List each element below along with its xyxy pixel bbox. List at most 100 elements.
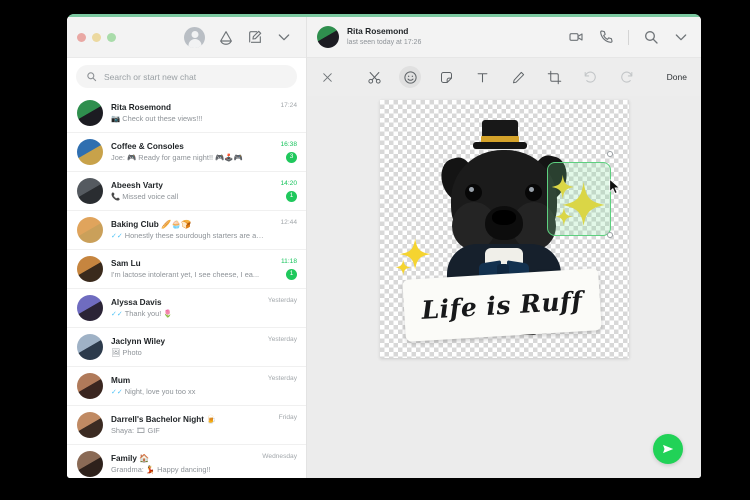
close-window-button[interactable] (77, 32, 86, 42)
chevron-down-icon[interactable] (276, 29, 292, 45)
life-is-ruff-sign: Life is Ruff (401, 268, 602, 342)
crop-cut-icon[interactable] (363, 66, 385, 88)
redo-icon[interactable] (615, 66, 637, 88)
chat-preview-text: Shaya: 🎞 GIF (111, 426, 160, 435)
search-input[interactable] (104, 71, 287, 82)
unread-badge: 1 (286, 269, 297, 280)
done-button[interactable]: Done (667, 72, 687, 82)
search-icon (86, 71, 97, 82)
conversation-search-icon[interactable] (643, 29, 659, 45)
search-pill[interactable] (76, 65, 297, 88)
image-canvas[interactable]: Life is Ruff (379, 100, 629, 358)
chat-avatar (77, 295, 103, 321)
chat-preview-text: 📞 Missed voice call (111, 192, 179, 201)
conversation-title: Rita Rosemond (347, 26, 409, 37)
conversation-header-icons (568, 29, 689, 45)
chat-preview-text: Honestly these sourdough starters are aw… (124, 230, 269, 240)
mouse-cursor-icon (608, 178, 622, 196)
chat-name: Alyssa Davis (111, 297, 162, 307)
sticker-icon[interactable] (435, 66, 457, 88)
close-icon[interactable] (321, 71, 334, 84)
screenshot-stage: Rita Rosemond 📷 Check out these views!!! 1… (0, 0, 750, 500)
chat-name: Darrell's Bachelor Night 🍺 (111, 415, 217, 424)
chat-avatar (77, 373, 103, 399)
chat-meta: 17:24 (276, 102, 297, 124)
chat-name: Jaclynn Wiley (111, 337, 166, 346)
chat-preview-message: Grandma: 💃 Happy dancing!! (111, 465, 250, 475)
conversation-menu-chevron-down-icon[interactable] (673, 29, 689, 45)
chat-timestamp: Yesterday (267, 336, 297, 343)
zoom-window-button[interactable] (107, 32, 116, 42)
chat-list-item[interactable]: Jaclynn Wiley 🖼 Photo Yesterday (67, 328, 306, 367)
chat-preview-message: 📞 Missed voice call (111, 192, 268, 202)
selection-handle-bottom-right[interactable] (606, 232, 613, 238)
chat-avatar (77, 256, 103, 282)
status-icon[interactable] (218, 29, 234, 45)
conversation-avatar[interactable] (317, 26, 339, 48)
chat-text-block: Darrell's Bachelor Night 🍺 Shaya: 🎞 GIF (111, 414, 267, 436)
chat-timestamp: 11:18 (280, 258, 297, 265)
chat-list-item[interactable]: Mum ✓✓ Night, love you too xx Yesterday (67, 367, 306, 406)
chat-preview-text: I'm lactose intolerant yet, I see cheese… (111, 270, 260, 279)
send-button[interactable] (653, 434, 683, 464)
chat-meta: 14:20 1 (276, 180, 297, 202)
sidebar-header (67, 17, 306, 58)
sidebar: Rita Rosemond 📷 Check out these views!!! 1… (67, 17, 307, 478)
chat-timestamp: Friday (278, 414, 297, 421)
chat-timestamp: Yesterday (267, 375, 297, 382)
chat-name: Baking Club 🥖🧁🍞 (111, 219, 192, 229)
chat-list-item[interactable]: Darrell's Bachelor Night 🍺 Shaya: 🎞 GIF Fr… (67, 406, 306, 445)
video-call-icon[interactable] (568, 29, 584, 45)
chat-timestamp: Yesterday (267, 297, 297, 304)
chat-name: Abeesh Varty (111, 181, 163, 190)
chat-list-item[interactable]: Coffee & Consoles Joe: 🎮 Ready for game n… (67, 133, 306, 172)
text-icon[interactable] (471, 66, 493, 88)
chat-list-item[interactable]: Rita Rosemond 📷 Check out these views!!! 1… (67, 94, 306, 133)
chat-avatar (77, 139, 103, 165)
new-chat-icon[interactable] (247, 29, 263, 45)
chat-preview-text: 🖼 Photo (111, 348, 142, 357)
chat-list-item[interactable]: Alyssa Davis ✓✓ Thank you! 🌷 Yesterday (67, 289, 306, 328)
chat-text-block: Coffee & Consoles Joe: 🎮 Ready for game n… (111, 141, 268, 163)
undo-icon[interactable] (579, 66, 601, 88)
sidebar-header-icons (184, 26, 296, 48)
pencil-icon[interactable] (507, 66, 529, 88)
conversation-title-block: Rita Rosemond last seen today at 17:26 (347, 26, 421, 48)
image-editor-toolbar: Done (307, 58, 701, 96)
read-receipt-icon: ✓✓ (111, 388, 123, 396)
chat-text-block: Baking Club 🥖🧁🍞 ✓✓ Honestly these sourdoug… (111, 219, 268, 242)
unread-badge: 1 (286, 191, 297, 202)
chat-list[interactable]: Rita Rosemond 📷 Check out these views!!! 1… (67, 94, 306, 478)
minimize-window-button[interactable] (92, 32, 101, 42)
top-hat-brim (473, 142, 527, 149)
emoji-icon[interactable] (399, 66, 422, 88)
conversation-header: Rita Rosemond last seen today at 17:26 (307, 17, 701, 58)
profile-avatar[interactable] (184, 26, 205, 48)
editor-canvas-area: Life is Ruff (307, 96, 701, 478)
chat-avatar (77, 412, 103, 438)
chat-avatar (77, 451, 103, 477)
voice-call-icon[interactable] (598, 29, 614, 45)
chat-preview-text: Grandma: 💃 Happy dancing!! (111, 465, 211, 474)
sticker-selection-box[interactable] (546, 151, 613, 238)
chat-preview-message: ✓✓ Thank you! 🌷 (111, 309, 256, 320)
chat-preview-message: Shaya: 🎞 GIF (111, 426, 267, 436)
chat-preview-message: ✓✓ Honestly these sourdough starters are … (111, 231, 268, 242)
crop-icon[interactable] (543, 66, 565, 88)
chat-list-item[interactable]: Sam Lu I'm lactose intolerant yet, I see … (67, 250, 306, 289)
chat-preview-message: 📷 Check out these views!!! (111, 114, 268, 124)
chat-meta: Wednesday (258, 453, 297, 475)
chat-preview-text: Thank you! 🌷 (124, 308, 173, 318)
selection-handle-top-right[interactable] (606, 151, 613, 157)
chat-list-item[interactable]: Family 🏠 Grandma: 💃 Happy dancing!! Wednes… (67, 445, 306, 478)
search-bar (67, 58, 306, 94)
window-traffic-lights[interactable] (77, 32, 116, 42)
chat-name: Sam Lu (111, 259, 141, 268)
chat-list-item[interactable]: Abeesh Varty 📞 Missed voice call 14:20 1 (67, 172, 306, 211)
window-body: Rita Rosemond 📷 Check out these views!!! 1… (67, 17, 701, 478)
chat-meta: 16:38 3 (276, 141, 297, 163)
chat-list-item[interactable]: Baking Club 🥖🧁🍞 ✓✓ Honestly these sourdoug… (67, 211, 306, 250)
send-icon (663, 444, 674, 454)
header-divider (628, 29, 629, 45)
app-window: Rita Rosemond 📷 Check out these views!!! 1… (67, 14, 701, 478)
